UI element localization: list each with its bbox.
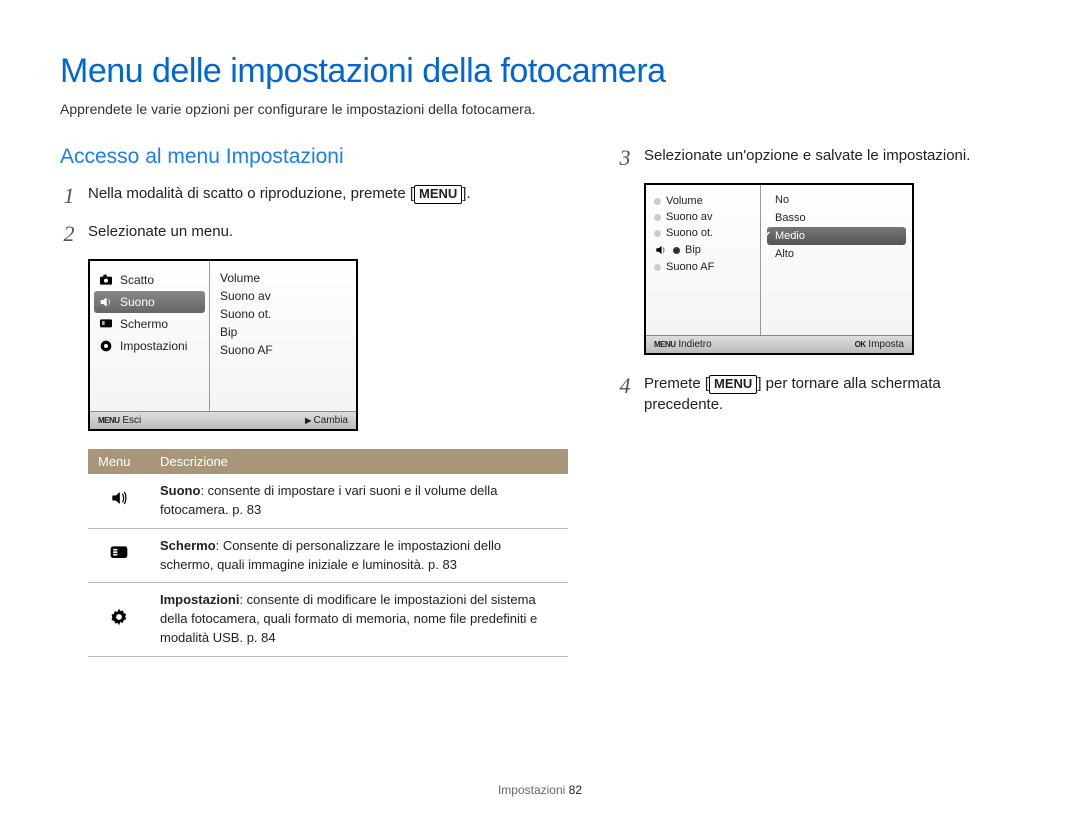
screen1-left-item-selected: Suono bbox=[94, 291, 205, 313]
step-number: 3 bbox=[616, 145, 634, 169]
table-head-menu: Menu bbox=[88, 449, 150, 474]
page-title: Menu delle impostazioni della fotocamera bbox=[60, 52, 1020, 91]
step-4-text-pre: Premete [ bbox=[644, 375, 709, 392]
screen1-right-item: Suono av bbox=[216, 287, 350, 305]
row-title: Impostazioni bbox=[160, 592, 239, 607]
screen1-right-item: Bip bbox=[216, 323, 350, 341]
speaker-icon bbox=[654, 243, 668, 257]
row-title: Schermo bbox=[160, 538, 216, 553]
speaker-icon bbox=[109, 496, 129, 511]
screen1-footer-left: MENU Esci bbox=[98, 415, 141, 426]
step-2-text: Selezionate un menu. bbox=[88, 221, 568, 245]
menu-key-label: MENU bbox=[414, 185, 462, 204]
screen-icon bbox=[98, 316, 114, 332]
screen1-left-item: Scatto bbox=[90, 269, 209, 291]
table-row: Suono: consente di impostare i vari suon… bbox=[88, 474, 568, 528]
screen2-footer-left: MENU Indietro bbox=[654, 339, 712, 350]
section-heading: Accesso al menu Impostazioni bbox=[60, 145, 568, 169]
page-footer: Impostazioni 82 bbox=[0, 783, 1080, 797]
table-row: Impostazioni: consente di modificare le … bbox=[88, 583, 568, 657]
screen1-right-item: Volume bbox=[216, 269, 350, 287]
table-head-desc: Descrizione bbox=[150, 449, 568, 474]
camera-screen-menu: Scatto Suono Schermo Impostazioni bbox=[88, 259, 358, 431]
step-number: 4 bbox=[616, 373, 634, 415]
screen1-footer-right: ▶ Cambia bbox=[305, 415, 348, 426]
screen2-left-item: Volume bbox=[650, 193, 756, 209]
step-1: 1 Nella modalità di scatto o riproduzion… bbox=[60, 183, 568, 207]
row-title: Suono bbox=[160, 483, 200, 498]
camera-screen-options: Volume Suono av Suono ot. Bip Suono AF N… bbox=[644, 183, 914, 355]
table-row: Schermo: Consente di personalizzare le i… bbox=[88, 528, 568, 583]
screen2-option: Basso bbox=[767, 209, 906, 227]
page-subtitle: Apprendete le varie opzioni per configur… bbox=[60, 101, 1020, 117]
bullet-icon bbox=[654, 198, 661, 205]
screen2-option: Alto bbox=[767, 245, 906, 263]
camera-icon bbox=[98, 272, 114, 288]
screen2-left-item: Suono AF bbox=[650, 259, 756, 275]
screen2-option: No bbox=[767, 191, 906, 209]
step-1-text-post: ]. bbox=[462, 185, 470, 202]
step-3: 3 Selezionate un'opzione e salvate le im… bbox=[616, 145, 1020, 169]
bullet-filled-icon bbox=[673, 247, 680, 254]
screen1-left-label: Suono bbox=[120, 295, 155, 309]
gear-icon bbox=[98, 338, 114, 354]
menu-key-label: MENU bbox=[709, 375, 757, 394]
check-icon: ✔ bbox=[763, 230, 771, 241]
bullet-icon bbox=[654, 214, 661, 221]
bullet-icon bbox=[654, 264, 661, 271]
screen1-right-item: Suono ot. bbox=[216, 305, 350, 323]
step-2: 2 Selezionate un menu. bbox=[60, 221, 568, 245]
step-number: 1 bbox=[60, 183, 78, 207]
step-4: 4 Premete [MENU] per tornare alla scherm… bbox=[616, 373, 1020, 415]
step-number: 2 bbox=[60, 221, 78, 245]
screen1-left-label: Scatto bbox=[120, 273, 154, 287]
screen2-option-selected: ✔Medio bbox=[767, 227, 906, 245]
screen1-left-label: Schermo bbox=[120, 317, 168, 331]
screen2-left-item-selected: Bip bbox=[650, 241, 756, 259]
screen2-left-item: Suono av bbox=[650, 209, 756, 225]
step-3-text: Selezionate un'opzione e salvate le impo… bbox=[644, 145, 1020, 169]
menu-description-table: Menu Descrizione Suono: consente di impo… bbox=[88, 449, 568, 657]
screen2-left-item: Suono ot. bbox=[650, 225, 756, 241]
bullet-icon bbox=[654, 230, 661, 237]
screen1-left-item: Impostazioni bbox=[90, 335, 209, 357]
step-1-text-pre: Nella modalità di scatto o riproduzione,… bbox=[88, 185, 414, 202]
screen2-footer-right: OK Imposta bbox=[855, 339, 904, 350]
screen1-right-item: Suono AF bbox=[216, 341, 350, 359]
footer-page-number: 82 bbox=[569, 783, 582, 797]
gear-icon bbox=[109, 615, 129, 630]
footer-section: Impostazioni bbox=[498, 783, 565, 797]
speaker-icon bbox=[98, 294, 114, 310]
screen1-left-item: Schermo bbox=[90, 313, 209, 335]
row-text: : consente di impostare i vari suoni e i… bbox=[160, 483, 497, 517]
screen-icon bbox=[109, 551, 129, 566]
screen1-left-label: Impostazioni bbox=[120, 339, 187, 353]
